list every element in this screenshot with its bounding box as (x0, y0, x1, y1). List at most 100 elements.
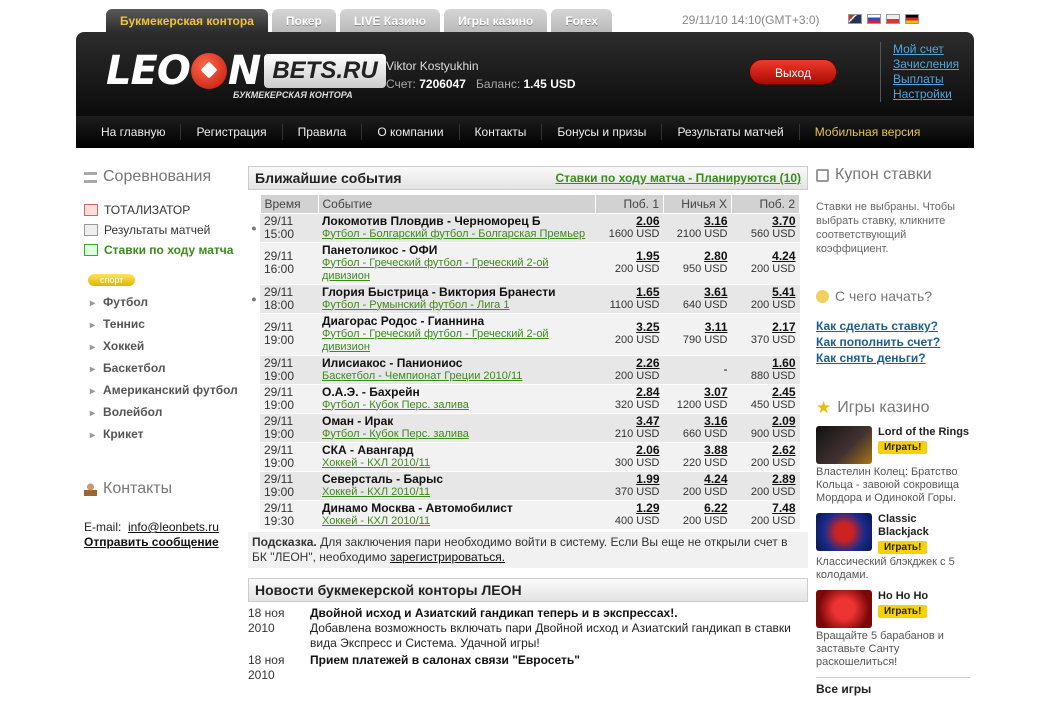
email-link[interactable]: info@leonbets.ru (128, 520, 219, 534)
settings-link[interactable]: Настройки (893, 87, 959, 102)
odd-win2[interactable]: 2.62 (736, 443, 795, 457)
event-teams[interactable]: Диагорас Родос - Гианнина (322, 314, 592, 328)
my-account-link[interactable]: Мой счет (893, 42, 959, 57)
payouts-link[interactable]: Выплаты (893, 72, 959, 87)
odd-win1[interactable]: 2.26 (600, 356, 659, 370)
odd-draw[interactable]: 3.11 (668, 321, 728, 334)
event-league-link[interactable]: Баскетбол - Чемпионат Греции 2010/11 (322, 370, 592, 383)
news-item-title[interactable]: Двойной исход и Азиатский гандикап тепер… (310, 606, 808, 621)
nav-about[interactable]: О компании (362, 124, 460, 140)
event-teams[interactable]: Оман - Ирак (322, 414, 592, 428)
odd-win1[interactable]: 1.29 (600, 501, 659, 515)
event-teams[interactable]: Глория Быстрица - Виктория Бранести (322, 285, 592, 299)
odd-draw[interactable]: 3.16 (668, 414, 727, 428)
event-league-link[interactable]: Хоккей - КХЛ 2010/11 (322, 486, 592, 499)
flag-de-icon[interactable] (905, 14, 919, 24)
sport-volleyball[interactable]: Волейбол (90, 402, 246, 424)
event-league-link[interactable]: Футбол - Кубок Перс. залива (322, 428, 592, 441)
results-link[interactable]: Результаты матчей (84, 220, 246, 240)
odd-draw[interactable]: 4.24 (668, 472, 727, 486)
nav-mobile[interactable]: Мобильная версия (800, 124, 936, 140)
nav-contacts[interactable]: Контакты (460, 124, 543, 140)
event-teams[interactable]: Локомотив Пловдив - Черноморец Б (322, 214, 592, 228)
odd-win2[interactable]: 2.89 (736, 472, 795, 486)
deposits-link[interactable]: Зачисления (893, 57, 959, 72)
odd-draw[interactable]: 6.22 (668, 501, 727, 515)
tab-poker[interactable]: Покер (271, 9, 336, 33)
odd-draw[interactable]: 3.16 (668, 214, 727, 228)
sport-cricket[interactable]: Крикет (90, 424, 246, 446)
odd-draw[interactable]: - (668, 363, 728, 376)
odd-win1[interactable]: 1.99 (600, 472, 659, 486)
event-league-link[interactable]: Хоккей - КХЛ 2010/11 (322, 457, 592, 470)
tab-live-casino[interactable]: LIVE Казино (339, 9, 441, 33)
event-league-link[interactable]: Футбол - Румынский футбол - Лига 1 (322, 299, 592, 312)
news-item-title[interactable]: Прием платежей в салонах связи "Евросеть… (310, 653, 580, 668)
nav-rules[interactable]: Правила (283, 124, 363, 140)
odd-draw[interactable]: 3.07 (668, 385, 727, 399)
event-league-link[interactable]: Футбол - Греческий футбол - Греческий 2-… (322, 328, 592, 354)
event-league-link[interactable]: Футбол - Болгарский футбол - Болгарская … (322, 228, 592, 241)
ho-ho-ho-thumbnail[interactable] (816, 590, 872, 628)
odd-win1[interactable]: 2.84 (600, 385, 659, 399)
flag-pl-icon[interactable] (886, 14, 900, 24)
flag-ru-icon[interactable] (867, 14, 881, 24)
register-link[interactable]: зарегистрироваться. (390, 550, 505, 564)
nav-bonuses[interactable]: Бонусы и призы (542, 124, 663, 140)
odd-win1[interactable]: 2.06 (600, 443, 659, 457)
event-teams[interactable]: Илисиакос - Паниониос (322, 356, 592, 370)
sport-basketball[interactable]: Баскетбол (90, 358, 246, 380)
sport-hockey[interactable]: Хоккей (90, 336, 246, 358)
sport-american-football[interactable]: Американский футбол (90, 380, 246, 402)
odd-draw[interactable]: 3.61 (668, 285, 727, 299)
blackjack-thumbnail[interactable] (816, 513, 872, 551)
odd-win2[interactable]: 7.48 (736, 501, 795, 515)
totalizator-link[interactable]: ТОТАЛИЗАТОР (84, 200, 246, 220)
tab-bookmaker[interactable]: Букмекерская контора (106, 9, 268, 33)
event-league-link[interactable]: Хоккей - КХЛ 2010/11 (322, 515, 592, 528)
odd-win1[interactable]: 2.06 (600, 214, 659, 228)
flag-uk-icon[interactable] (848, 14, 862, 24)
tab-forex[interactable]: Forex (551, 9, 613, 33)
help-how-to-deposit[interactable]: Как пополнить счет? (816, 334, 970, 350)
nav-home[interactable]: На главную (86, 124, 182, 140)
odd-draw[interactable]: 2.80 (668, 250, 727, 263)
odd-win2[interactable]: 2.45 (736, 385, 795, 399)
odd-win2[interactable]: 4.24 (736, 250, 795, 263)
play-button[interactable]: Играть! (878, 541, 928, 554)
odd-win2[interactable]: 1.60 (736, 356, 795, 370)
odd-win1[interactable]: 1.65 (600, 285, 659, 299)
event-teams[interactable]: Панетоликос - ОФИ (322, 243, 592, 257)
event-cell: Локомотив Пловдив - Черноморец Б Футбол -… (318, 212, 596, 242)
event-teams[interactable]: Динамо Москва - Автомобилист (322, 501, 592, 515)
live-bets-scheduled-link[interactable]: Ставки по ходу матча - Планируются (10) (555, 171, 801, 185)
sport-football[interactable]: Футбол (90, 292, 246, 314)
event-teams[interactable]: О.А.Э. - Бахрейн (322, 385, 592, 399)
play-button[interactable]: Играть! (878, 441, 928, 454)
sport-tennis[interactable]: Теннис (90, 314, 246, 336)
send-message-link[interactable]: Отправить сообщение (84, 535, 219, 549)
nav-results[interactable]: Результаты матчей (662, 124, 800, 140)
help-how-to-withdraw[interactable]: Как снять деньги? (816, 350, 970, 366)
lord-of-rings-thumbnail[interactable] (816, 426, 872, 464)
event-teams[interactable]: Северсталь - Барыс (322, 472, 592, 486)
help-how-to-bet[interactable]: Как сделать ставку? (816, 318, 970, 334)
odd-win1[interactable]: 1.95 (600, 250, 659, 263)
all-games-link[interactable]: Все игры (816, 677, 970, 696)
tab-casino-games[interactable]: Игры казино (444, 9, 548, 33)
event-league-link[interactable]: Футбол - Кубок Перс. залива (322, 399, 592, 412)
logout-button[interactable]: Выход (749, 59, 837, 85)
odd-win2[interactable]: 2.09 (736, 414, 795, 428)
play-button[interactable]: Играть! (878, 605, 928, 618)
odd-win2[interactable]: 3.70 (736, 214, 795, 228)
live-bets-link[interactable]: Ставки по ходу матча (84, 240, 246, 260)
event-teams[interactable]: СКА - Авангард (322, 443, 592, 457)
odd-draw[interactable]: 3.88 (668, 443, 727, 457)
event-league-link[interactable]: Футбол - Греческий футбол - Греческий 2-… (322, 257, 592, 283)
odd-win1[interactable]: 3.47 (600, 414, 659, 428)
odd-win1[interactable]: 3.25 (600, 321, 659, 334)
nav-registration[interactable]: Регистрация (181, 124, 283, 140)
odd-win2[interactable]: 5.41 (736, 285, 795, 299)
odd-win2[interactable]: 2.17 (736, 321, 795, 334)
leonbets-logo[interactable]: LEO N BETS.RU (106, 49, 386, 93)
